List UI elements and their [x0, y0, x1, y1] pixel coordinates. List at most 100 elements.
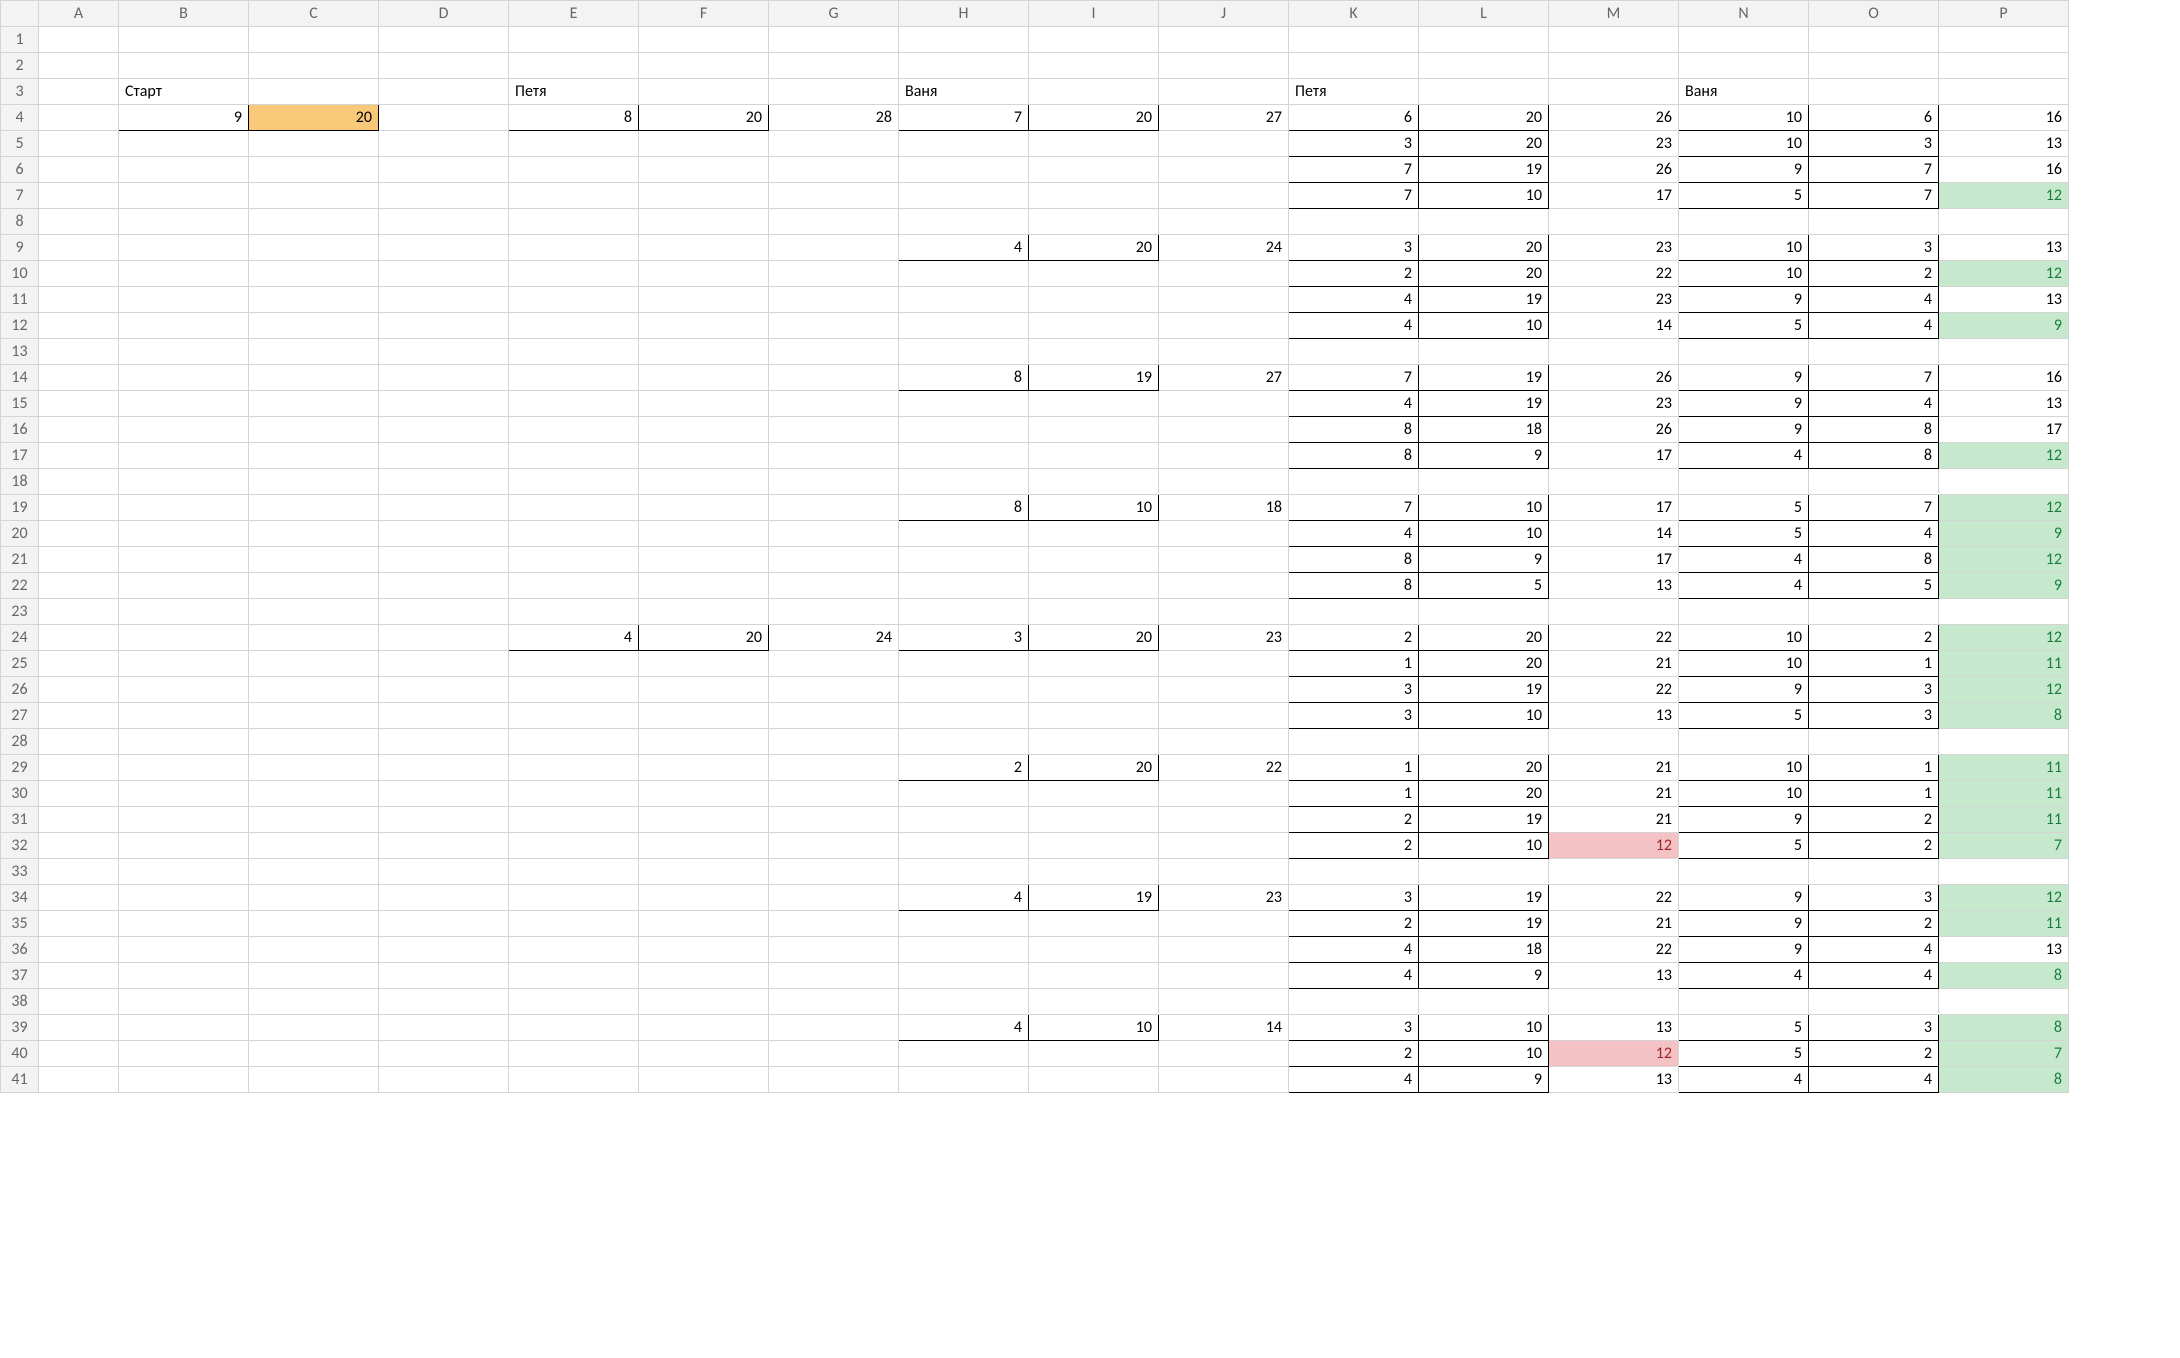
cell-D22[interactable] — [379, 573, 509, 599]
cell-C33[interactable] — [249, 859, 379, 885]
cell-G11[interactable] — [769, 287, 899, 313]
cell-E16[interactable] — [509, 417, 639, 443]
cell-A17[interactable] — [39, 443, 119, 469]
cell-B5[interactable] — [119, 131, 249, 157]
cell-D9[interactable] — [379, 235, 509, 261]
row-header-37[interactable]: 37 — [1, 963, 39, 989]
cell-N16[interactable]: 9 — [1679, 417, 1809, 443]
cell-B28[interactable] — [119, 729, 249, 755]
cell-I27[interactable] — [1029, 703, 1159, 729]
cell-I40[interactable] — [1029, 1041, 1159, 1067]
cell-K6[interactable]: 7 — [1289, 157, 1419, 183]
cell-G19[interactable] — [769, 495, 899, 521]
cell-N20[interactable]: 5 — [1679, 521, 1809, 547]
cell-K34[interactable]: 3 — [1289, 885, 1419, 911]
cell-N35[interactable]: 9 — [1679, 911, 1809, 937]
cell-J38[interactable] — [1159, 989, 1289, 1015]
cell-L24[interactable]: 20 — [1419, 625, 1549, 651]
cell-J23[interactable] — [1159, 599, 1289, 625]
cell-N1[interactable] — [1679, 27, 1809, 53]
cell-F28[interactable] — [639, 729, 769, 755]
row-header-35[interactable]: 35 — [1, 911, 39, 937]
cell-I24[interactable]: 20 — [1029, 625, 1159, 651]
cell-K35[interactable]: 2 — [1289, 911, 1419, 937]
cell-G35[interactable] — [769, 911, 899, 937]
cell-H23[interactable] — [899, 599, 1029, 625]
cell-D29[interactable] — [379, 755, 509, 781]
cell-B14[interactable] — [119, 365, 249, 391]
cell-O23[interactable] — [1809, 599, 1939, 625]
cell-M30[interactable]: 21 — [1549, 781, 1679, 807]
cell-H27[interactable] — [899, 703, 1029, 729]
cell-A32[interactable] — [39, 833, 119, 859]
row-header-29[interactable]: 29 — [1, 755, 39, 781]
cell-K33[interactable] — [1289, 859, 1419, 885]
cell-C19[interactable] — [249, 495, 379, 521]
cell-D27[interactable] — [379, 703, 509, 729]
cell-F29[interactable] — [639, 755, 769, 781]
cell-I41[interactable] — [1029, 1067, 1159, 1093]
cell-F26[interactable] — [639, 677, 769, 703]
cell-K2[interactable] — [1289, 53, 1419, 79]
cell-E15[interactable] — [509, 391, 639, 417]
cell-E28[interactable] — [509, 729, 639, 755]
cell-B10[interactable] — [119, 261, 249, 287]
cell-H33[interactable] — [899, 859, 1029, 885]
cell-L12[interactable]: 10 — [1419, 313, 1549, 339]
cell-F25[interactable] — [639, 651, 769, 677]
cell-E17[interactable] — [509, 443, 639, 469]
cell-M3[interactable] — [1549, 79, 1679, 105]
cell-P25[interactable]: 11 — [1939, 651, 2069, 677]
cell-J4[interactable]: 27 — [1159, 105, 1289, 131]
cell-I7[interactable] — [1029, 183, 1159, 209]
cell-M8[interactable] — [1549, 209, 1679, 235]
cell-F9[interactable] — [639, 235, 769, 261]
cell-M5[interactable]: 23 — [1549, 131, 1679, 157]
cell-D5[interactable] — [379, 131, 509, 157]
cell-H4[interactable]: 7 — [899, 105, 1029, 131]
row-header-3[interactable]: 3 — [1, 79, 39, 105]
cell-O15[interactable]: 4 — [1809, 391, 1939, 417]
cell-A4[interactable] — [39, 105, 119, 131]
cell-A13[interactable] — [39, 339, 119, 365]
cell-P4[interactable]: 16 — [1939, 105, 2069, 131]
col-header-F[interactable]: F — [639, 1, 769, 27]
cell-I30[interactable] — [1029, 781, 1159, 807]
cell-N29[interactable]: 10 — [1679, 755, 1809, 781]
cell-L22[interactable]: 5 — [1419, 573, 1549, 599]
cell-K12[interactable]: 4 — [1289, 313, 1419, 339]
cell-K13[interactable] — [1289, 339, 1419, 365]
cell-F2[interactable] — [639, 53, 769, 79]
cell-M27[interactable]: 13 — [1549, 703, 1679, 729]
col-header-A[interactable]: A — [39, 1, 119, 27]
cell-C24[interactable] — [249, 625, 379, 651]
cell-K5[interactable]: 3 — [1289, 131, 1419, 157]
row-header-7[interactable]: 7 — [1, 183, 39, 209]
cell-C23[interactable] — [249, 599, 379, 625]
cell-A37[interactable] — [39, 963, 119, 989]
cell-O29[interactable]: 1 — [1809, 755, 1939, 781]
cell-L32[interactable]: 10 — [1419, 833, 1549, 859]
cell-L18[interactable] — [1419, 469, 1549, 495]
cell-J22[interactable] — [1159, 573, 1289, 599]
cell-E5[interactable] — [509, 131, 639, 157]
cell-F34[interactable] — [639, 885, 769, 911]
cell-A36[interactable] — [39, 937, 119, 963]
cell-H28[interactable] — [899, 729, 1029, 755]
cell-D28[interactable] — [379, 729, 509, 755]
cell-K22[interactable]: 8 — [1289, 573, 1419, 599]
cell-L25[interactable]: 20 — [1419, 651, 1549, 677]
cell-P10[interactable]: 12 — [1939, 261, 2069, 287]
cell-J18[interactable] — [1159, 469, 1289, 495]
cell-P24[interactable]: 12 — [1939, 625, 2069, 651]
cell-P12[interactable]: 9 — [1939, 313, 2069, 339]
row-header-5[interactable]: 5 — [1, 131, 39, 157]
cell-L13[interactable] — [1419, 339, 1549, 365]
cell-P18[interactable] — [1939, 469, 2069, 495]
cell-E18[interactable] — [509, 469, 639, 495]
cell-G26[interactable] — [769, 677, 899, 703]
cell-O11[interactable]: 4 — [1809, 287, 1939, 313]
cell-C38[interactable] — [249, 989, 379, 1015]
cell-E6[interactable] — [509, 157, 639, 183]
col-header-O[interactable]: O — [1809, 1, 1939, 27]
